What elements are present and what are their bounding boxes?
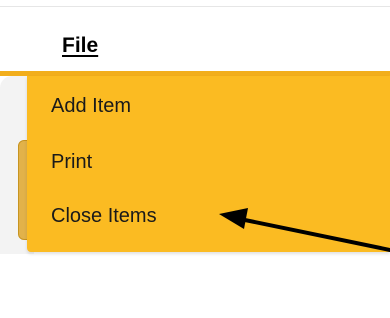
menu-item-close-items[interactable]: Close Items xyxy=(27,192,390,244)
file-menu-button[interactable]: File xyxy=(62,34,98,58)
menu-item-add-item[interactable]: Add Item xyxy=(27,82,390,134)
file-dropdown-menu: Add Item Print Close Items xyxy=(27,76,390,252)
screenshot-stage: File Add Item Print Close Items xyxy=(0,0,390,318)
menu-bar: File xyxy=(0,7,390,71)
menu-item-label: Print xyxy=(51,151,93,173)
menu-item-label: Close Items xyxy=(51,205,157,227)
menu-item-print[interactable]: Print xyxy=(27,138,390,190)
menu-item-label: Add Item xyxy=(51,95,132,117)
